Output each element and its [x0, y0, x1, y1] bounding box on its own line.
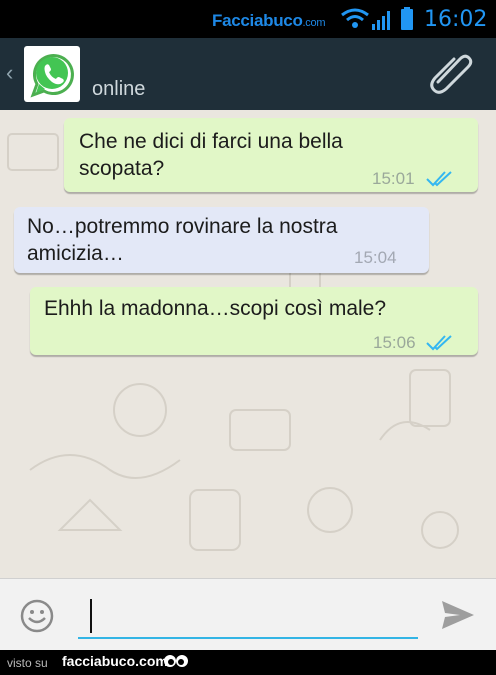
back-icon[interactable]: ‹ [6, 60, 13, 86]
brand-watermark: Facciabuco.com [212, 11, 325, 31]
double-check-icon [426, 335, 452, 351]
message-input[interactable] [78, 593, 422, 639]
whatsapp-logo-icon [30, 54, 74, 98]
status-time: 16:02 [424, 7, 488, 32]
site-label: facciabuco.com [62, 653, 168, 669]
eyes-logo-icon [164, 655, 188, 667]
message-time: 15:01 [372, 169, 415, 188]
paperclip-icon[interactable] [428, 54, 476, 94]
contact-avatar[interactable] [24, 46, 80, 102]
signal-icons [341, 7, 413, 30]
message-line: Che ne dici di farci una bella [79, 130, 343, 153]
brand-main: Facciabuco [212, 11, 303, 30]
send-icon[interactable] [440, 599, 476, 631]
message-bubble-incoming[interactable]: No…potremmo rovinare la nostra amicizia…… [14, 207, 429, 273]
smiley-icon[interactable] [19, 598, 55, 634]
message-bubble-outgoing[interactable]: Che ne dici di farci una bella scopata? … [64, 118, 478, 192]
visto-su-label: visto su [7, 656, 48, 670]
message-input-field[interactable] [78, 593, 422, 639]
compose-bar [0, 578, 496, 651]
message-line: No…potremmo rovinare la nostra [27, 215, 338, 238]
chat-header: ‹ online [0, 38, 496, 110]
contact-status: online [92, 78, 146, 100]
chat-area[interactable]: Che ne dici di farci una bella scopata? … [0, 110, 496, 578]
watermark-footer: visto su facciabuco.com [0, 650, 496, 675]
message-text: Ehhh la madonna…scopi così male? [44, 295, 466, 322]
message-time: 15:06 [373, 333, 416, 352]
message-bubble-outgoing[interactable]: Ehhh la madonna…scopi così male? 15:06 [30, 287, 478, 355]
message-line: Ehhh la madonna…scopi così male? [44, 297, 387, 320]
double-check-icon [426, 171, 452, 187]
status-bar: Facciabuco.com 16:02 [0, 0, 496, 38]
brand-suffix: .com [302, 17, 326, 29]
message-time: 15:04 [354, 248, 397, 267]
